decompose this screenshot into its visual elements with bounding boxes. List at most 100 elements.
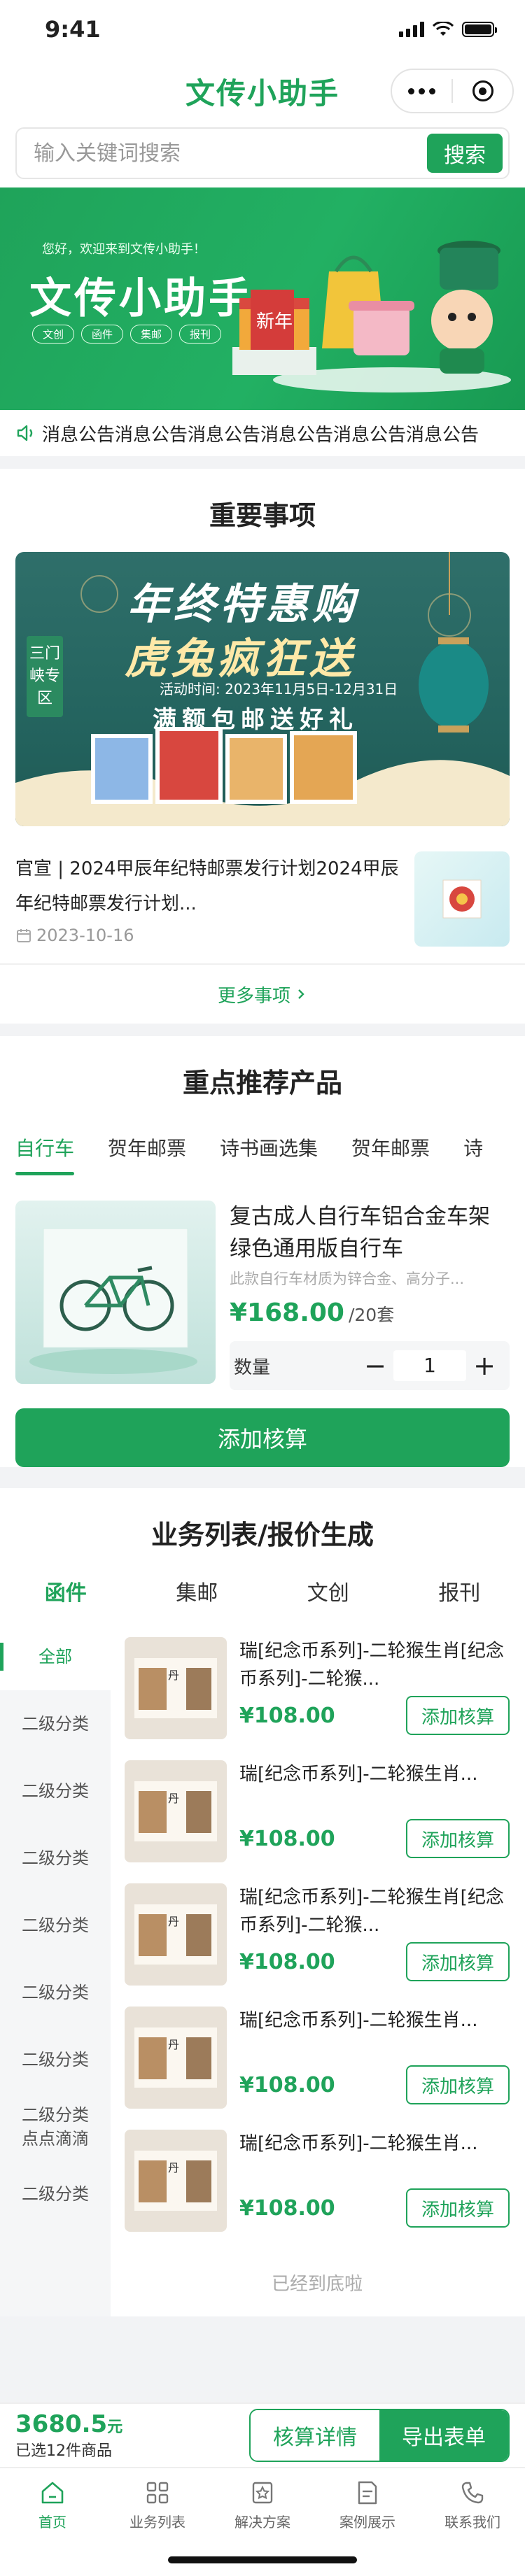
- item-bottom: ¥108.00 添加核算: [239, 2188, 510, 2228]
- business-tabs: 函件 集邮 文创 报刊: [0, 1571, 525, 1623]
- promo-side-label: 三门峡专区: [27, 636, 63, 717]
- important-title: 重要事项: [209, 500, 316, 531]
- category-item[interactable]: 二级分类: [0, 2026, 111, 2093]
- list-item[interactable]: 丹 瑞[纪念币系列]-二轮猴生肖[纪念币系列]-二轮猴... ¥108.00 添…: [125, 1876, 510, 2000]
- tab-letters[interactable]: 函件: [45, 1576, 87, 1623]
- promo-headline-1: 年终特惠购: [127, 580, 358, 629]
- category-item[interactable]: 二级分类: [0, 1959, 111, 2026]
- bottom-tab-bar: 首页 业务列表 解决方案 案例展示 联系我们: [0, 2467, 525, 2541]
- svg-text:丹: 丹: [168, 1792, 179, 1805]
- list-item[interactable]: 丹 瑞[纪念币系列]-二轮猴生肖[纪念币系列]-二轮猴... ¥108.00 添…: [125, 1630, 510, 1753]
- category-item[interactable]: 二级分类: [0, 2160, 111, 2228]
- item-main: 瑞[纪念币系列]-二轮猴生肖... ¥108.00 添加核算: [239, 2130, 510, 2246]
- item-title: 瑞[纪念币系列]-二轮猴生肖[纪念币系列]-二轮猴...: [239, 1641, 504, 1690]
- item-title: 瑞[纪念币系列]-二轮猴生肖[纪念币系列]-二轮猴...: [239, 1887, 504, 1936]
- add-accounting-button[interactable]: 添加核算: [406, 2188, 510, 2228]
- tabbar-item-business[interactable]: 业务列表: [105, 2468, 210, 2541]
- important-section: 重要事项 三门峡专区 年终特惠购 虎兔疯狂送 活动时间: 2023年11月5日-…: [0, 469, 525, 1024]
- category-item[interactable]: 二级分类点点滴滴: [0, 2093, 111, 2160]
- news-item[interactable]: 官宣 | 2024甲辰年纪特邮票发行计划2024甲辰年纪特邮票发行计划... 2…: [0, 826, 525, 965]
- quantity-value[interactable]: 1: [393, 1350, 466, 1381]
- item-bottom: ¥108.00 添加核算: [239, 1696, 510, 1735]
- tab-new-year-stamps[interactable]: 贺年邮票: [108, 1119, 186, 1175]
- status-bar: 9:41: [0, 0, 525, 59]
- notice-bar[interactable]: 消息公告消息公告消息公告消息公告消息公告消息公告: [0, 410, 525, 456]
- news-thumbnail: [414, 851, 510, 947]
- list-item[interactable]: 丹 瑞[纪念币系列]-二轮猴生肖... ¥108.00 添加核算: [125, 2123, 510, 2246]
- tab-poetry-collection[interactable]: 诗书画选集: [220, 1119, 318, 1175]
- tabbar-item-solutions[interactable]: 解决方案: [210, 2468, 315, 2541]
- product-info: 复古成人自行车铝合金车架绿色通用版自行车 此款自行车材质为锌合金、高分子... …: [230, 1201, 510, 1390]
- cart-summary: 3680.5元 已选12件商品: [15, 2410, 122, 2461]
- item-main: 瑞[纪念币系列]-二轮猴生肖... ¥108.00 添加核算: [239, 1760, 510, 1876]
- item-title: 瑞[纪念币系列]-二轮猴生肖...: [239, 2133, 478, 2154]
- app-title: 文传小助手: [185, 76, 340, 111]
- category-item[interactable]: 二级分类: [0, 1825, 111, 1892]
- decrease-button[interactable]: −: [361, 1352, 389, 1380]
- product-name: 复古成人自行车铝合金车架绿色通用版自行车: [230, 1204, 490, 1261]
- news-date-row: 2023-10-16: [15, 926, 400, 945]
- wifi-icon: [433, 22, 454, 36]
- tabbar-item-home[interactable]: 首页: [0, 2468, 105, 2541]
- tab-new-year-stamps-2[interactable]: 贺年邮票: [351, 1119, 430, 1175]
- signal-icon: [399, 22, 424, 37]
- tab-cultural-creative[interactable]: 文创: [307, 1576, 349, 1623]
- news-body: 官宣 | 2024甲辰年纪特邮票发行计划2024甲辰年纪特邮票发行计划... 2…: [15, 851, 400, 947]
- nav-bar: 文传小助手: [0, 59, 525, 123]
- add-accounting-button[interactable]: 添加核算: [406, 1819, 510, 1858]
- add-accounting-button[interactable]: 添加核算: [15, 1408, 510, 1467]
- add-accounting-button[interactable]: 添加核算: [406, 2065, 510, 2104]
- cart-count: 已选12件商品: [15, 2442, 112, 2460]
- banner-tags: 文创 函件 集邮 报刊: [32, 325, 222, 344]
- cart-total-value: 3680.5: [15, 2410, 108, 2438]
- item-main: 瑞[纪念币系列]-二轮猴生肖... ¥108.00 添加核算: [239, 2007, 510, 2123]
- banner-title: 文传小助手: [29, 274, 253, 323]
- tabbar-label: 首页: [38, 2513, 66, 2531]
- search-section: 搜索: [0, 123, 525, 187]
- promo-banner[interactable]: 三门峡专区 年终特惠购 虎兔疯狂送 活动时间: 2023年11月5日-12月31…: [15, 552, 510, 826]
- banner-tag: 函件: [81, 325, 124, 344]
- category-item[interactable]: 二级分类: [0, 1892, 111, 1959]
- cart-currency: 元: [107, 2419, 123, 2436]
- list-item[interactable]: 丹 瑞[纪念币系列]-二轮猴生肖... ¥108.00 添加核算: [125, 1753, 510, 1876]
- increase-button[interactable]: +: [470, 1352, 498, 1380]
- recommend-section: 重点推荐产品 自行车 贺年邮票 诗书画选集 贺年邮票 诗 复古成人自行车铝合金车…: [0, 1036, 525, 1467]
- tabbar-label: 案例展示: [340, 2513, 396, 2531]
- search-button[interactable]: 搜索: [427, 134, 503, 173]
- category-item[interactable]: 二级分类: [0, 1757, 111, 1825]
- category-sidebar: 全部 二级分类 二级分类 二级分类 二级分类 二级分类 二级分类 二级分类点点滴…: [0, 1623, 111, 2316]
- tab-bicycle[interactable]: 自行车: [15, 1119, 75, 1175]
- accounting-detail-button[interactable]: 核算详情: [251, 2410, 379, 2461]
- category-item-all[interactable]: 全部: [0, 1623, 111, 1690]
- product-image[interactable]: [15, 1201, 216, 1384]
- product-card: 复古成人自行车铝合金车架绿色通用版自行车 此款自行车材质为锌合金、高分子... …: [0, 1175, 525, 1406]
- tabbar-item-contact[interactable]: 联系我们: [420, 2468, 525, 2541]
- banner-tag: 报刊: [179, 325, 222, 344]
- hero-banner[interactable]: 您好，欢迎来到文传小助手！ 文传小助手 文创 函件 集邮 报刊 新年: [0, 187, 525, 410]
- item-image: 丹: [125, 2130, 227, 2232]
- search-box: 搜索: [15, 127, 510, 179]
- tab-newspapers[interactable]: 报刊: [438, 1576, 480, 1623]
- banner-illustration: 新年: [232, 241, 511, 392]
- news-date: 2023-10-16: [36, 926, 134, 945]
- item-price: ¥108.00: [239, 1826, 335, 1851]
- tab-philately[interactable]: 集邮: [176, 1576, 218, 1623]
- recommend-tabs: 自行车 贺年邮票 诗书画选集 贺年邮票 诗: [0, 1119, 525, 1175]
- banner-tag: 集邮: [130, 325, 173, 344]
- export-form-button[interactable]: 导出表单: [379, 2410, 508, 2461]
- tabbar-item-cases[interactable]: 案例展示: [315, 2468, 420, 2541]
- add-accounting-button[interactable]: 添加核算: [406, 1942, 510, 1981]
- item-image: 丹: [125, 1883, 227, 1986]
- more-items-link[interactable]: 更多事项: [0, 965, 525, 1024]
- close-program-button[interactable]: [453, 70, 512, 112]
- item-image: 丹: [125, 2007, 227, 2109]
- item-image: 丹: [125, 1637, 227, 1739]
- more-menu-button[interactable]: [392, 70, 451, 112]
- promo-date: 活动时间: 2023年11月5日-12月31日: [160, 681, 398, 698]
- list-item[interactable]: 丹 瑞[纪念币系列]-二轮猴生肖... ¥108.00 添加核算: [125, 2000, 510, 2123]
- search-input[interactable]: [34, 141, 427, 166]
- tab-poetry-truncated[interactable]: 诗: [463, 1119, 483, 1175]
- category-item[interactable]: 二级分类: [0, 1690, 111, 1757]
- home-indicator: [168, 2556, 357, 2563]
- add-accounting-button[interactable]: 添加核算: [406, 1696, 510, 1735]
